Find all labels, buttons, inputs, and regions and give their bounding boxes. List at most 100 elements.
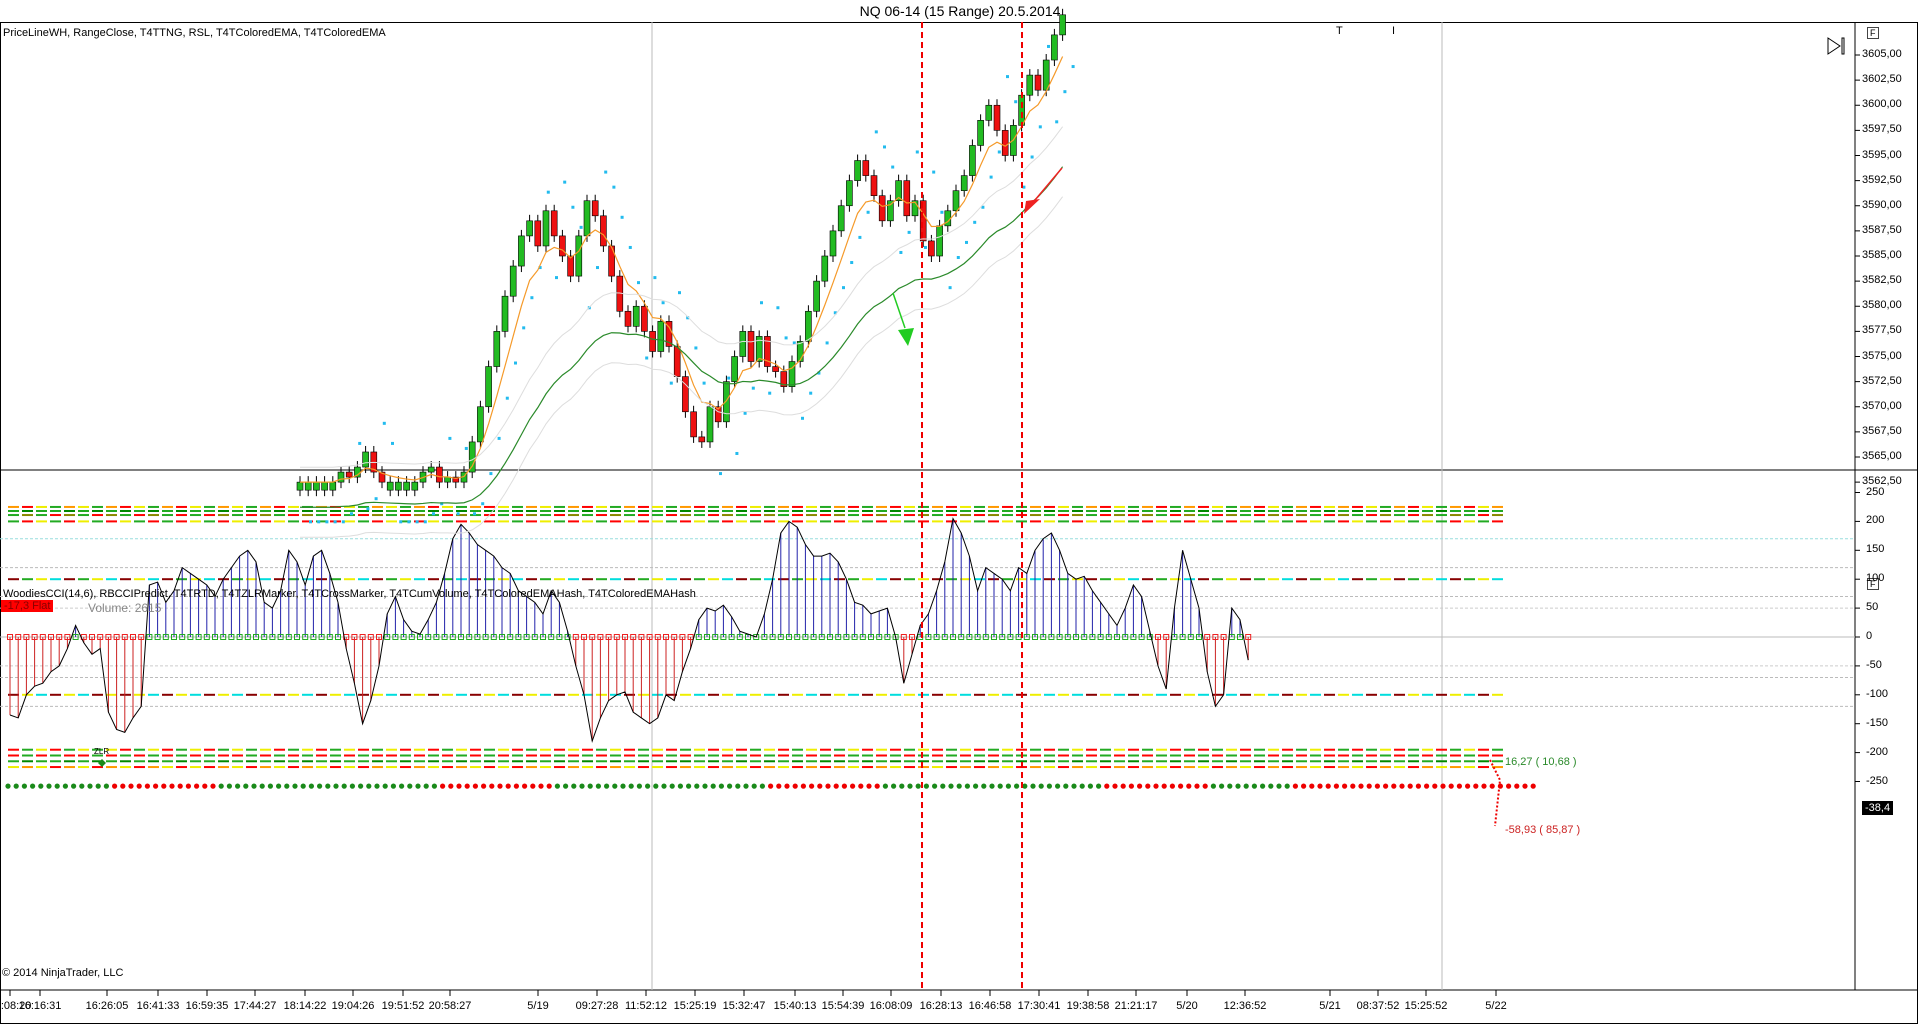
cum-volume-dot <box>497 783 503 789</box>
time-tick-label: 08:37:52 <box>1356 1000 1400 1012</box>
cum-volume-dot <box>522 783 528 789</box>
trail-stop-dot <box>932 170 936 174</box>
trail-stop-dot <box>948 286 952 290</box>
cum-volume-dot <box>1301 783 1307 789</box>
trail-stop-dot <box>1014 100 1018 104</box>
trail-stop-dot <box>464 446 468 450</box>
cum-volume-dot <box>530 783 536 789</box>
copyright: © 2014 NinjaTrader, LLC <box>2 967 124 979</box>
cum-volume-dot <box>464 783 470 789</box>
price-panel-f-button[interactable]: F <box>1867 27 1879 39</box>
cum-volume-dot <box>79 783 85 789</box>
chart-canvas[interactable] <box>0 0 1920 1025</box>
cum-volume-dot <box>1096 783 1102 789</box>
candle <box>887 200 894 222</box>
trail-stop-dot <box>497 436 501 440</box>
candle <box>1026 74 1034 96</box>
cum-volume-dot <box>1342 783 1348 789</box>
trail-stop-dot <box>669 381 673 385</box>
candle <box>427 466 435 473</box>
trail-stop-dot <box>522 326 526 330</box>
trail-stop-dot <box>358 441 362 445</box>
cum-volume-dot <box>317 783 323 789</box>
trail-stop-dot <box>965 240 968 244</box>
candle <box>821 255 829 282</box>
cci-tick-label: -100 <box>1866 687 1889 700</box>
cum-volume-dot <box>833 783 839 789</box>
price-tick-label: 3565,00 <box>1862 450 1902 462</box>
cum-volume-dot <box>366 783 372 789</box>
green-arrow-icon <box>898 328 914 346</box>
time-tick-label: 5/20 <box>1176 1000 1198 1012</box>
cum-volume-dot <box>472 783 478 789</box>
candle <box>436 466 443 483</box>
candle <box>395 481 402 491</box>
cum-volume-dot <box>1489 783 1495 789</box>
cum-volume-dot <box>161 783 167 789</box>
cum-volume-dot <box>923 783 930 789</box>
trail-stop-dot <box>743 411 747 415</box>
trail-stop-dot <box>694 346 698 350</box>
cci-tick-label: 200 <box>1866 514 1885 527</box>
trail-stop-dot <box>801 416 804 420</box>
price-tick-label: 3580,00 <box>1862 299 1902 312</box>
cum-volume-dot <box>964 783 971 789</box>
cum-volume-dot <box>431 783 437 789</box>
cum-volume-dot <box>513 783 520 789</box>
cum-volume-dot <box>554 783 561 789</box>
predict-up-label: 16,27 ( 10,68 ) <box>1505 756 1577 768</box>
candle <box>321 481 328 491</box>
candle <box>878 195 886 222</box>
cum-volume-dot <box>1456 783 1462 789</box>
trail-stop-dot <box>489 472 493 476</box>
cum-volume-dot <box>62 783 68 789</box>
trail-stop-dot <box>825 341 829 345</box>
time-tick-label: 15:32:47 <box>722 1000 766 1012</box>
trail-stop-dot <box>899 250 903 254</box>
time-tick-label: 16:28:13 <box>919 1000 963 1012</box>
candle <box>928 240 935 257</box>
trail-stop-dot <box>620 215 624 219</box>
trail-stop-dot <box>702 381 706 385</box>
candle <box>813 280 820 312</box>
cum-volume-dot <box>1145 783 1151 789</box>
cum-volume-dot <box>1317 783 1323 789</box>
cum-volume-dot <box>1153 783 1159 789</box>
candle <box>518 235 525 267</box>
cum-volume-dot <box>95 783 101 789</box>
price-tick-label: 3595,00 <box>1862 148 1902 161</box>
cum-volume-dot <box>538 783 544 789</box>
trail-stop-dot <box>661 301 665 305</box>
price-tick-label: 3605,00 <box>1862 48 1902 60</box>
time-tick-label: 15:25:19 <box>673 1000 717 1012</box>
cum-volume-dot <box>1440 783 1446 789</box>
candle <box>296 481 304 491</box>
cum-volume-dot <box>243 783 249 789</box>
candle <box>632 305 640 327</box>
trail-stop-dot <box>333 520 337 524</box>
cum-volume-dot <box>899 783 905 789</box>
cci-tick-label: 0 <box>1866 630 1873 642</box>
time-tick-label: 16:26:05 <box>85 1000 129 1012</box>
cum-volume-dot <box>891 783 897 789</box>
red-arrow-icon <box>1024 199 1040 214</box>
cum-volume-dot <box>1366 783 1372 789</box>
candle <box>977 120 984 146</box>
cci-tick-label: 100 <box>1866 572 1885 585</box>
cum-volume-dot <box>915 783 921 789</box>
cum-volume-dot <box>1309 783 1315 789</box>
trail-stop-dot <box>809 391 813 395</box>
cum-volume-dot <box>1358 783 1364 789</box>
candle <box>796 341 804 362</box>
cum-volume-dot <box>1251 783 1257 789</box>
cum-volume-dot <box>604 783 610 789</box>
cum-volume-dot <box>636 783 643 789</box>
cum-volume-dot <box>702 783 708 789</box>
cum-volume-dot <box>29 783 36 789</box>
cum-volume-dot <box>800 783 807 789</box>
time-tick-label: 16:46:58 <box>968 1000 1012 1012</box>
trail-stop-dot <box>596 266 599 270</box>
candle <box>903 180 911 217</box>
candle <box>550 210 558 237</box>
cum-volume-dot <box>768 783 774 789</box>
